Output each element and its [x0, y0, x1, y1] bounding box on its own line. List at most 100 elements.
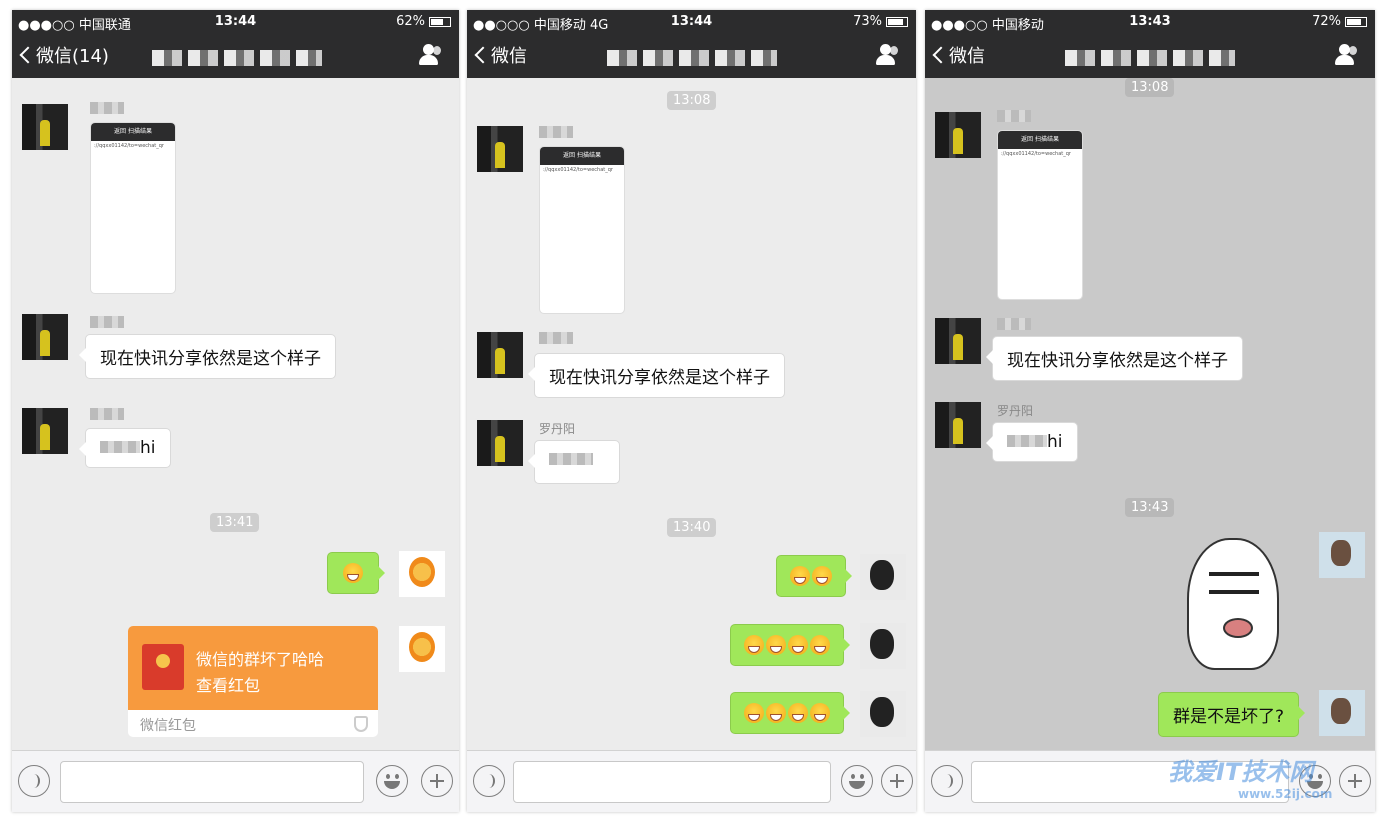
sender-name: 罗丹阳: [997, 404, 1034, 418]
emoji-face-icon[interactable]: [841, 765, 873, 797]
phone-screen-3: ●●●○○ 中国移动 13:43 72% 微信 13:08 返回 扫描结果 :/…: [925, 10, 1375, 812]
image-message[interactable]: 返回 扫描结果 ://qqxx01142/to=wechat_qr: [997, 130, 1083, 300]
plus-icon[interactable]: [881, 765, 913, 797]
status-time: 13:44: [670, 14, 713, 29]
text-message[interactable]: 群是不是坏了?: [1158, 692, 1306, 737]
voice-icon[interactable]: [18, 765, 50, 797]
text-message[interactable]: [528, 440, 620, 484]
emoji-icon: [812, 566, 832, 586]
back-button[interactable]: 微信: [474, 42, 527, 68]
voice-icon[interactable]: [473, 765, 505, 797]
chat-title-censored: [1065, 50, 1235, 66]
timestamp: 13:08: [667, 91, 717, 110]
sender-name-censored: [997, 110, 1031, 125]
avatar[interactable]: [935, 112, 981, 158]
avatar[interactable]: [22, 408, 68, 454]
meme-sticker-image[interactable]: [1187, 538, 1279, 670]
avatar[interactable]: [477, 420, 523, 466]
sender-name-censored: [90, 102, 124, 117]
back-button[interactable]: 微信: [932, 42, 985, 68]
phone-screen-2: ●●○○○ 中国移动 4G 13:44 73% 微信 13:08 返回 扫描结果…: [467, 10, 916, 812]
battery-indicator: 72%: [1312, 14, 1367, 29]
nav-bar: 微信(14): [12, 32, 459, 78]
chevron-left-icon: [932, 46, 950, 64]
sender-name-censored: [90, 316, 124, 331]
battery-indicator: 62%: [396, 14, 451, 29]
avatar[interactable]: [22, 314, 68, 360]
voice-icon[interactable]: [931, 765, 963, 797]
text-message[interactable]: hi: [986, 422, 1078, 462]
emoji-icon: [744, 635, 764, 655]
battery-icon: [886, 16, 908, 27]
avatar[interactable]: [935, 318, 981, 364]
emoji-message[interactable]: [730, 624, 850, 666]
red-envelope-icon: [142, 644, 184, 690]
sender-name-censored: [539, 126, 573, 141]
avatar[interactable]: [860, 554, 906, 600]
message-input[interactable]: [60, 761, 364, 803]
emoji-icon: [766, 703, 786, 723]
red-packet-action: 查看红包: [196, 676, 261, 695]
status-bar: ●●○○○ 中国移动 4G 13:44 73%: [467, 10, 916, 33]
timestamp: 13:43: [1125, 498, 1175, 517]
chat-title-censored: [152, 50, 322, 66]
avatar[interactable]: [399, 551, 445, 597]
nav-bar: 微信: [467, 32, 916, 78]
avatar[interactable]: [477, 332, 523, 378]
emoji-message[interactable]: [776, 555, 852, 597]
site-watermark-logo: 我爱IT技术网 www.52ij.com: [1168, 758, 1333, 801]
battery-icon: [429, 16, 451, 27]
group-person-icon[interactable]: [417, 44, 443, 66]
input-bar: [12, 750, 459, 812]
emoji-icon: [788, 703, 808, 723]
emoji-icon: [343, 563, 363, 583]
text-message[interactable]: 现在快讯分享依然是这个样子: [986, 336, 1243, 381]
red-packet-greeting: 微信的群坏了哈哈: [196, 650, 325, 669]
red-packet-message[interactable]: 微信的群坏了哈哈 查看红包 微信红包: [128, 626, 378, 737]
sender-name: 罗丹阳: [539, 422, 576, 436]
image-message[interactable]: 返回 扫描结果 ://qqxx01142/to=wechat_qr: [539, 146, 625, 314]
avatar[interactable]: [399, 626, 445, 672]
avatar[interactable]: [860, 623, 906, 669]
timestamp: 13:40: [667, 518, 717, 537]
image-message[interactable]: 返回 扫描结果 ://qqxx01142/to=wechat_qr: [90, 122, 176, 294]
shield-icon: [354, 716, 368, 732]
avatar[interactable]: [22, 104, 68, 150]
emoji-message[interactable]: [327, 552, 385, 594]
status-bar: ●●●○○ 中国移动 13:43 72%: [925, 10, 1375, 33]
avatar[interactable]: [1319, 532, 1365, 578]
status-time: 13:43: [1129, 14, 1171, 29]
text-message[interactable]: 现在快讯分享依然是这个样子: [79, 334, 336, 379]
group-person-icon[interactable]: [874, 44, 900, 66]
back-button[interactable]: 微信(14): [19, 42, 109, 68]
text-message[interactable]: 现在快讯分享依然是这个样子: [528, 353, 785, 398]
plus-icon[interactable]: [421, 765, 453, 797]
emoji-face-icon[interactable]: [376, 765, 408, 797]
group-person-icon[interactable]: [1333, 44, 1359, 66]
censored-text: [1007, 435, 1047, 447]
screenshot-url: ://qqxx01142/to=wechat_qr: [1001, 151, 1071, 157]
emoji-icon: [788, 635, 808, 655]
emoji-message[interactable]: [730, 692, 850, 734]
text-message[interactable]: hi: [79, 428, 171, 468]
message-input[interactable]: [513, 761, 831, 803]
sender-name-censored: [997, 318, 1031, 333]
emoji-icon: [766, 635, 786, 655]
battery-icon: [1345, 16, 1367, 27]
avatar[interactable]: [935, 402, 981, 448]
timestamp: 13:41: [210, 513, 260, 532]
avatar[interactable]: [477, 126, 523, 172]
sender-name-censored: [90, 408, 124, 423]
avatar[interactable]: [1319, 690, 1365, 736]
screenshot-url: ://qqxx01142/to=wechat_qr: [543, 167, 613, 173]
status-bar: ●●●○○ 中国联通 13:44 62%: [12, 10, 459, 33]
emoji-icon: [810, 635, 830, 655]
red-packet-footer: 微信红包: [140, 718, 196, 734]
screenshot-header: 返回 扫描结果: [998, 131, 1082, 149]
chat-title-censored: [607, 50, 777, 66]
censored-text: [100, 441, 140, 453]
status-time: 13:44: [214, 14, 257, 29]
avatar[interactable]: [860, 691, 906, 737]
input-bar: [467, 750, 916, 812]
screenshot-header: 返回 扫描结果: [91, 123, 175, 141]
